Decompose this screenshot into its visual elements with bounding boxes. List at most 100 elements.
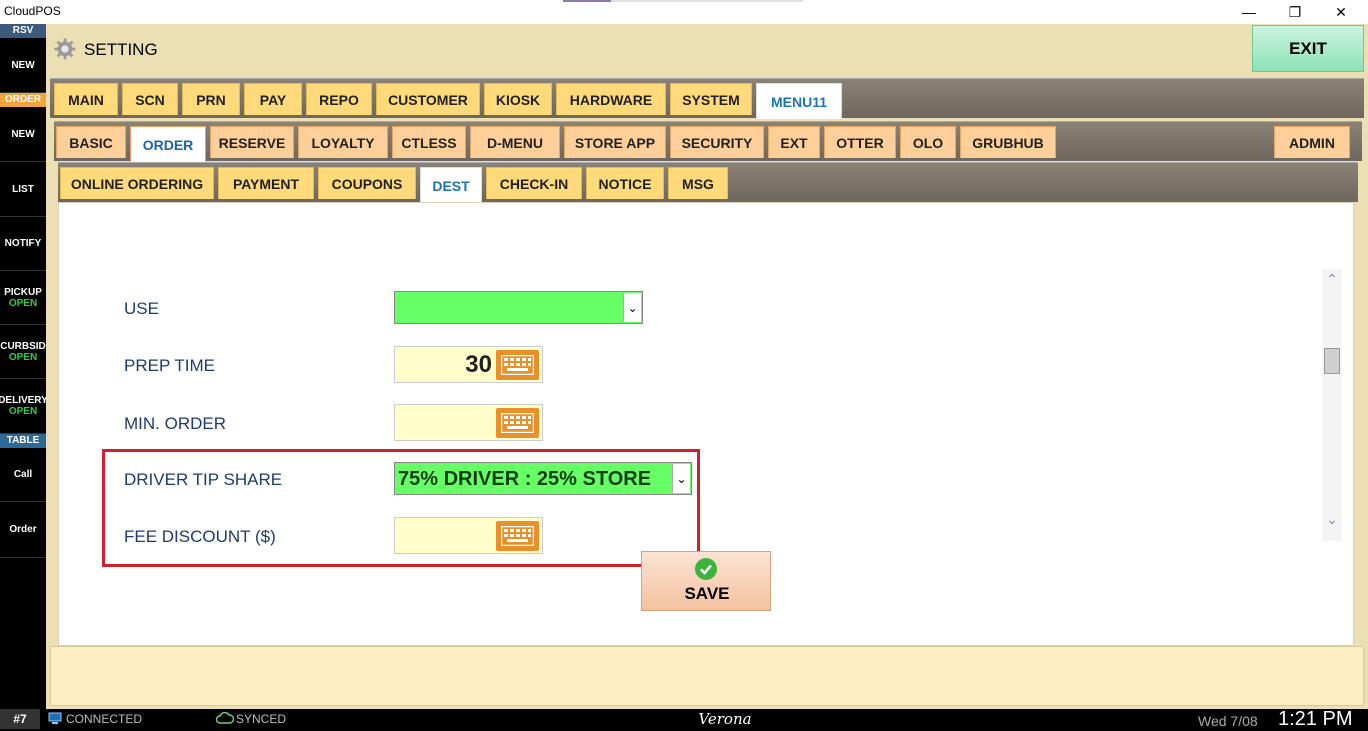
sidebar-item-status: OPEN <box>8 406 38 417</box>
sidebar-item-delivery[interactable]: DELIVERY OPEN <box>0 379 46 434</box>
sync-status: SYNCED <box>236 712 287 726</box>
tab-security[interactable]: SECURITY <box>670 126 764 158</box>
connection-status: CONNECTED <box>66 712 143 726</box>
fee-discount-label: FEE DISCOUNT ($) <box>124 527 276 546</box>
prep-time-field[interactable]: 30 <box>394 346 543 383</box>
sidebar-header-table: TABLE <box>0 434 46 448</box>
tab-order[interactable]: ORDER <box>130 126 206 162</box>
tabbar-tertiary: ONLINE ORDERING PAYMENT COUPONS DEST CHE… <box>58 162 1358 203</box>
tab-otter[interactable]: OTTER <box>824 126 896 158</box>
sidebar-item-rsv-new[interactable]: NEW <box>0 38 46 93</box>
terminal-number: #7 <box>0 709 40 729</box>
tabbar-primary: MAIN SCN PRN PAY REPO CUSTOMER KIOSK HAR… <box>50 78 1364 119</box>
driver-tip-share-select[interactable]: 75% DRIVER : 25% STORE ⌄ <box>394 462 692 495</box>
tab-customer[interactable]: CUSTOMER <box>376 83 480 115</box>
min-order-label: MIN. ORDER <box>124 414 226 433</box>
tab-ext[interactable]: EXT <box>768 126 820 158</box>
sidebar-item-call[interactable]: Call <box>0 448 46 502</box>
minimize-button[interactable]: — <box>1226 0 1272 24</box>
tab-loyalty[interactable]: LOYALTY <box>298 126 388 158</box>
store-name: Verona <box>698 710 752 728</box>
driver-tip-share-label: DRIVER TIP SHARE <box>124 470 283 489</box>
tab-d-menu[interactable]: D-MENU <box>470 126 560 158</box>
tab-coupons[interactable]: COUPONS <box>318 167 416 199</box>
scrollbar-track[interactable] <box>1322 269 1342 541</box>
taskbar-accent-2 <box>611 0 803 2</box>
tab-kiosk[interactable]: KIOSK <box>484 83 552 115</box>
tab-prn[interactable]: PRN <box>182 83 240 115</box>
maximize-button[interactable]: ❐ <box>1272 0 1318 24</box>
status-time: 1:21 PM <box>1278 708 1353 730</box>
status-bar: #7 CONNECTED SYNCED Verona Wed 7/08 1:21… <box>0 708 1368 730</box>
tabbar-secondary: BASIC ORDER RESERVE LOYALTY CTLESS D-MEN… <box>54 121 1362 162</box>
tab-olo[interactable]: OLO <box>900 126 956 158</box>
sidebar-item-label: LIST <box>12 183 34 195</box>
sidebar-header-order: ORDER <box>0 93 46 107</box>
tab-hardware[interactable]: HARDWARE <box>556 83 666 115</box>
tab-payment[interactable]: PAYMENT <box>218 167 314 199</box>
exit-button[interactable]: EXIT <box>1252 25 1364 72</box>
sidebar-item-label: Order <box>9 524 37 535</box>
tab-main[interactable]: MAIN <box>54 83 118 115</box>
tab-check-in[interactable]: CHECK-IN <box>486 167 582 199</box>
cloud-icon <box>215 711 235 727</box>
tab-grubhub[interactable]: GRUBHUB <box>960 126 1056 158</box>
sidebar-item-curbside[interactable]: CURBSID OPEN <box>0 325 46 379</box>
settings-panel: SETTING EXIT MAIN SCN PRN PAY REPO CUSTO… <box>46 24 1368 709</box>
prep-time-label: PREP TIME <box>124 356 216 375</box>
save-button-label: SAVE <box>684 584 730 603</box>
scroll-down-icon[interactable]: ⌄ <box>1324 511 1340 527</box>
sidebar-item-table-order[interactable]: Order <box>0 502 46 558</box>
min-order-field[interactable] <box>394 404 543 441</box>
tab-system[interactable]: SYSTEM <box>670 83 752 115</box>
close-button[interactable]: ✕ <box>1318 0 1364 24</box>
sidebar-item-label: NEW <box>11 128 35 140</box>
tab-pay[interactable]: PAY <box>244 83 302 115</box>
tab-msg[interactable]: MSG <box>668 167 728 199</box>
tab-scn[interactable]: SCN <box>122 83 178 115</box>
keyboard-icon[interactable] <box>496 521 539 551</box>
window-titlebar: CloudPOS — ❐ ✕ <box>0 0 1368 24</box>
sidebar-item-label: PICKUP <box>4 286 42 298</box>
use-select[interactable]: ⌄ <box>394 291 643 324</box>
save-button[interactable]: SAVE <box>641 551 771 611</box>
keyboard-icon[interactable] <box>496 350 539 380</box>
sidebar-item-notify[interactable]: NOTIFY <box>0 217 46 271</box>
fee-discount-field[interactable] <box>394 517 543 554</box>
tab-repo[interactable]: REPO <box>306 83 372 115</box>
chevron-down-icon[interactable]: ⌄ <box>623 293 641 322</box>
sidebar-item-status: OPEN <box>8 297 38 309</box>
sidebar-header-rsv: RSV <box>0 24 46 38</box>
gear-icon <box>54 38 76 60</box>
network-icon <box>48 712 62 728</box>
sidebar-item-label: CURBSID <box>0 340 46 352</box>
sidebar-item-status: OPEN <box>8 351 38 363</box>
sidebar-item-list[interactable]: LIST <box>0 162 46 217</box>
tab-ctless[interactable]: CTLESS <box>392 126 466 158</box>
scroll-up-icon[interactable]: ⌃ <box>1324 271 1340 287</box>
prep-time-value: 30 <box>465 351 492 378</box>
sidebar-item-label: NOTIFY <box>4 238 42 249</box>
tab-store-app[interactable]: STORE APP <box>564 126 666 158</box>
checkmark-icon <box>695 558 717 580</box>
use-label: USE <box>124 299 159 318</box>
tab-online-ordering[interactable]: ONLINE ORDERING <box>60 167 214 199</box>
dest-settings-content: USE ⌄ PREP TIME 30 MIN. ORDER DRIVER TIP… <box>58 202 1354 646</box>
tab-dest[interactable]: DEST <box>420 167 482 203</box>
tab-admin[interactable]: ADMIN <box>1274 126 1350 158</box>
sidebar-item-pickup[interactable]: PICKUP OPEN <box>0 271 46 325</box>
sidebar-item-label: NEW <box>11 59 35 71</box>
tab-notice[interactable]: NOTICE <box>586 167 664 199</box>
chevron-down-icon[interactable]: ⌄ <box>672 464 690 493</box>
status-date: Wed 7/08 <box>1198 713 1258 729</box>
tab-reserve[interactable]: RESERVE <box>210 126 294 158</box>
footer-strip <box>50 646 1364 706</box>
tab-basic[interactable]: BASIC <box>56 126 126 158</box>
driver-tip-share-value: 75% DRIVER : 25% STORE <box>398 468 652 490</box>
scrollbar-thumb[interactable] <box>1324 348 1340 374</box>
tab-menu11[interactable]: MENU11 <box>756 83 842 119</box>
page-title: SETTING <box>84 40 158 59</box>
keyboard-icon[interactable] <box>496 408 539 438</box>
sidebar-item-order-new[interactable]: NEW <box>0 107 46 162</box>
taskbar-accent <box>563 0 611 2</box>
